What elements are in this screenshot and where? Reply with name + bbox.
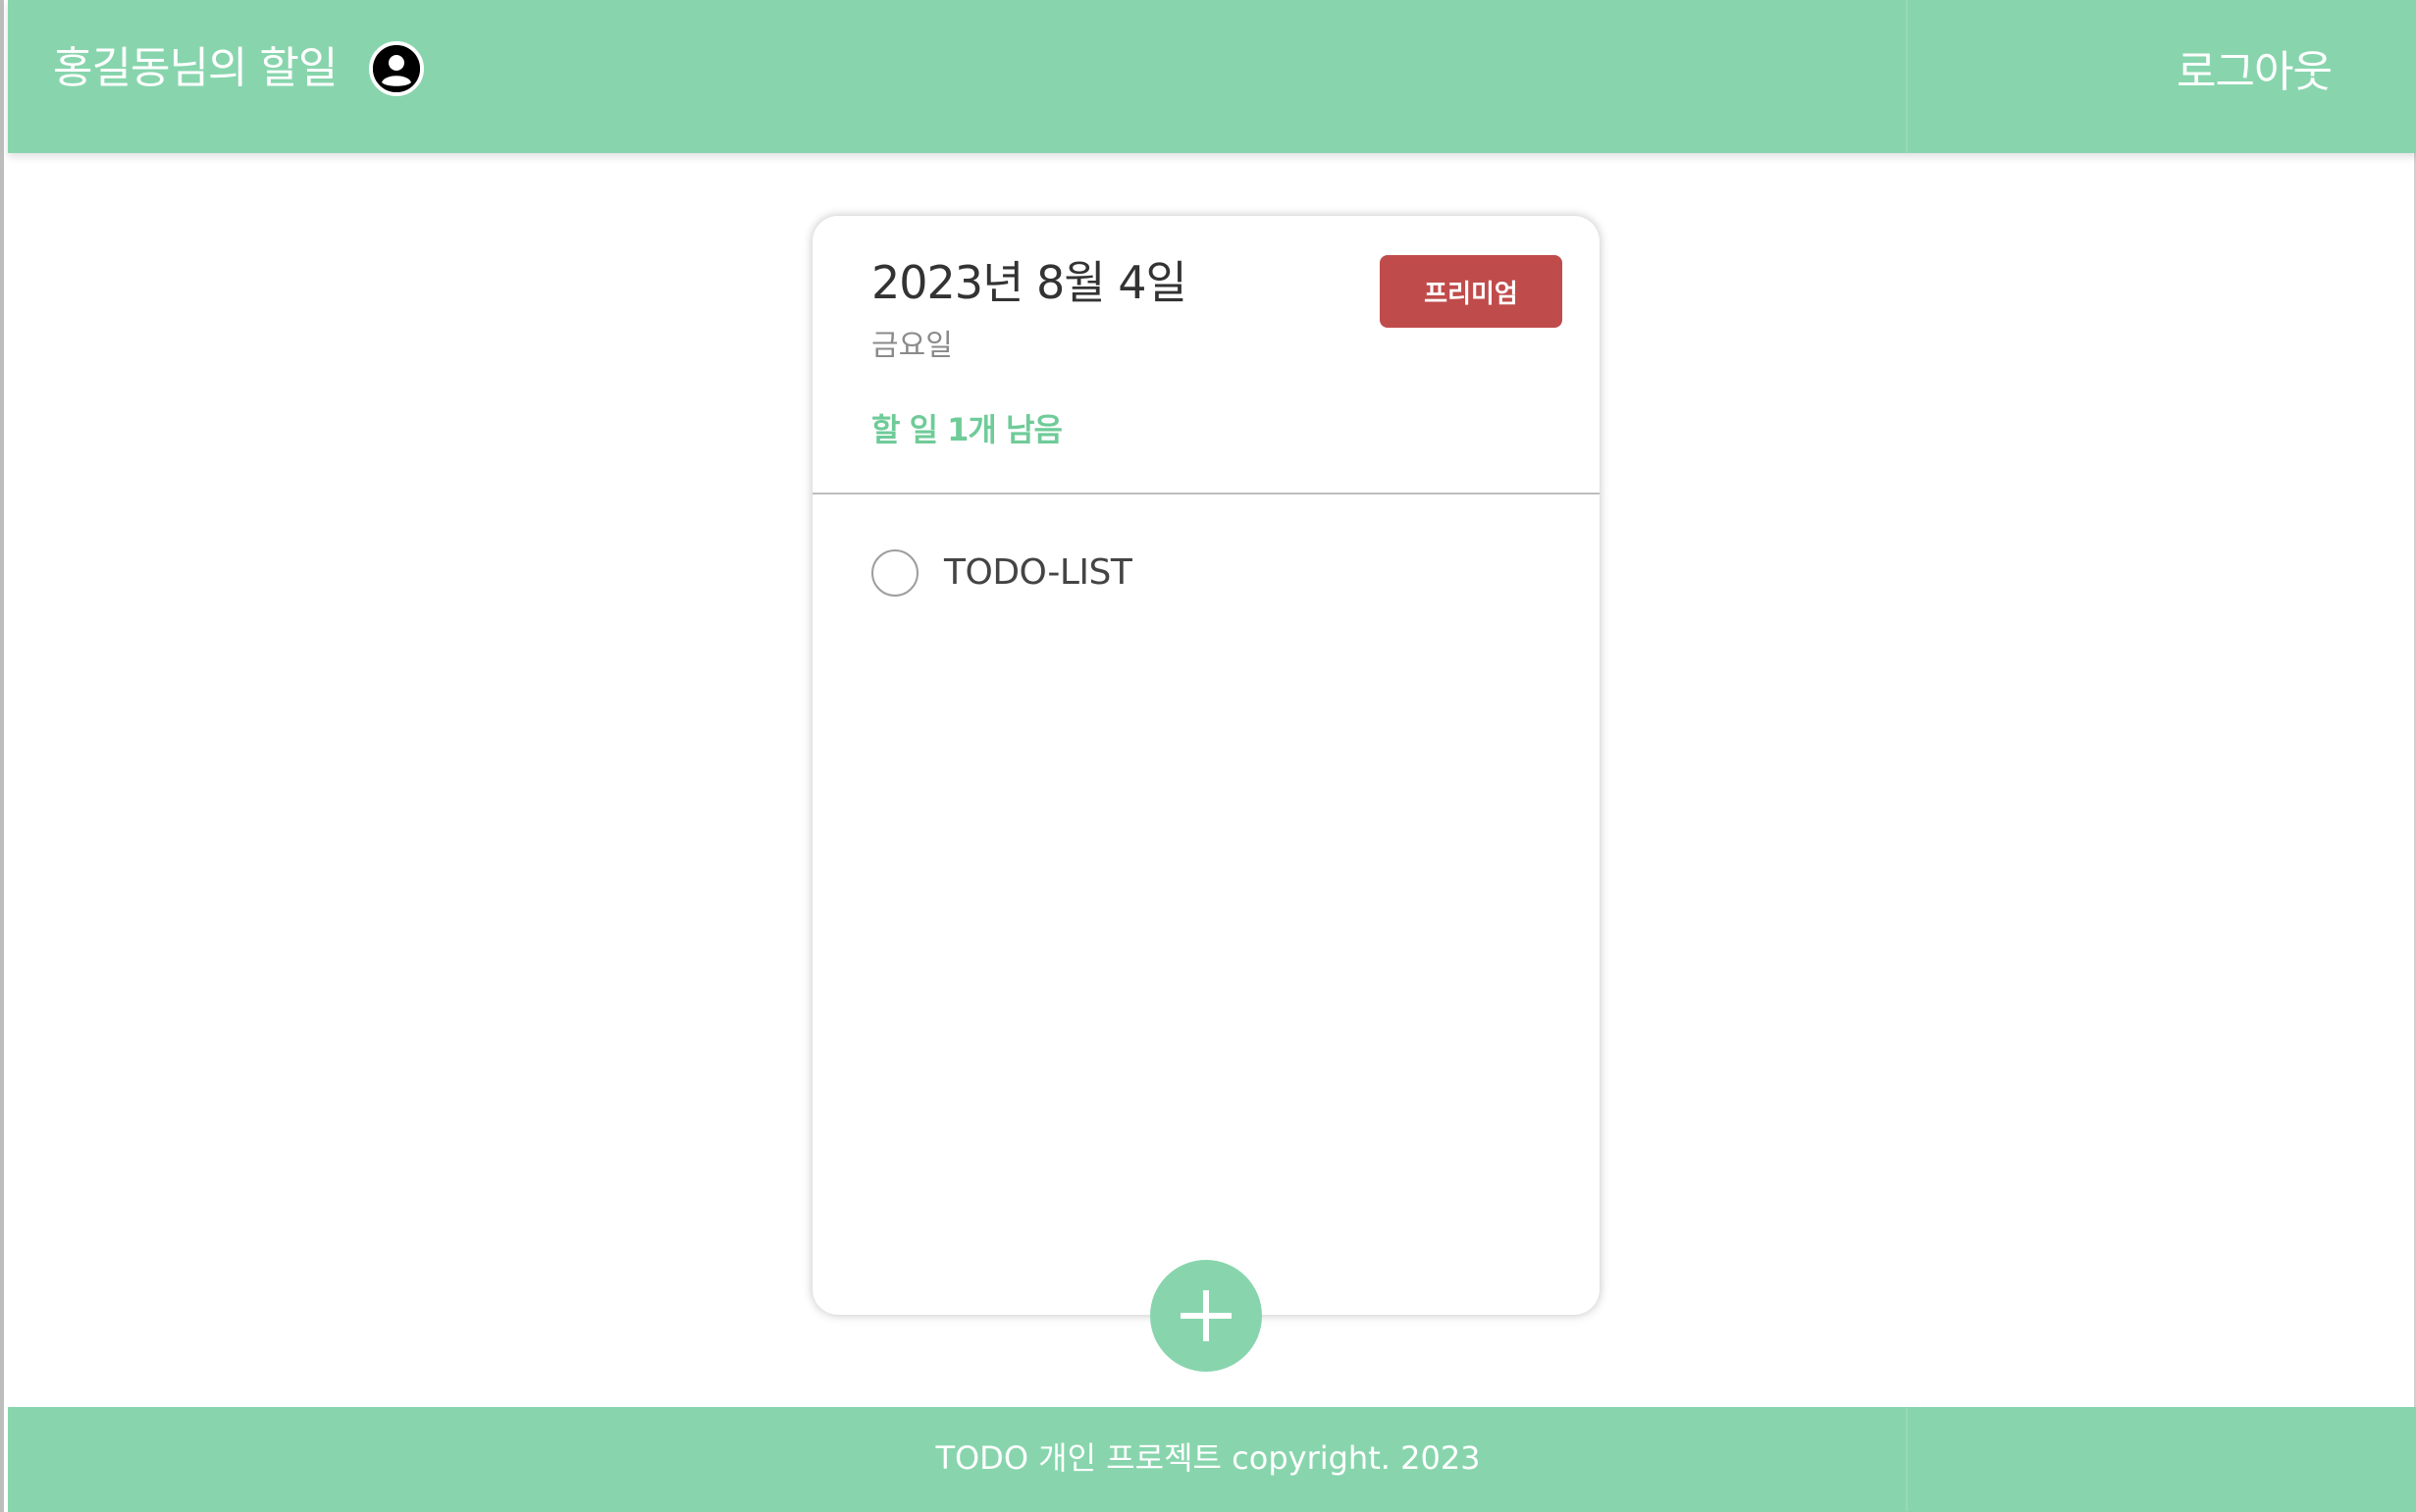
header-divider [1906,0,1908,153]
footer-copyright: TODO 개인 프로젝트 copyright. 2023 [935,1439,1481,1477]
todo-list: TODO-LIST [871,544,1558,602]
todo-card: 2023년 8월 4일 금요일 할 일 1개 남음 프리미엄 TODO-LIST [813,216,1600,1315]
todo-item[interactable]: TODO-LIST [871,544,1558,602]
footer: TODO 개인 프로젝트 copyright. 2023 [8,1407,2416,1512]
app-window: 홍길동님의 할일 로그아웃 2023년 8월 4일 금요일 할 일 1개 남음 … [0,0,2416,1512]
logout-button[interactable]: 로그아웃 [2177,43,2333,102]
user-profile-icon[interactable] [369,41,424,96]
todo-checkbox[interactable] [871,549,919,597]
todo-weekday: 금요일 [871,329,953,363]
plus-icon [1181,1290,1232,1341]
todo-item-text: TODO-LIST [944,552,1132,593]
add-todo-button[interactable] [1150,1260,1262,1372]
page-title: 홍길동님의 할일 [53,43,338,93]
todo-date: 2023년 8월 4일 [871,256,1187,309]
todo-card-header: 2023년 8월 4일 금요일 할 일 1개 남음 프리미엄 [813,216,1600,495]
remaining-count: 할 일 1개 남음 [871,411,1063,448]
premium-button[interactable]: 프리미엄 [1380,255,1562,328]
user-silhouette-icon [373,45,420,92]
top-header: 홍길동님의 할일 로그아웃 [8,0,2416,153]
